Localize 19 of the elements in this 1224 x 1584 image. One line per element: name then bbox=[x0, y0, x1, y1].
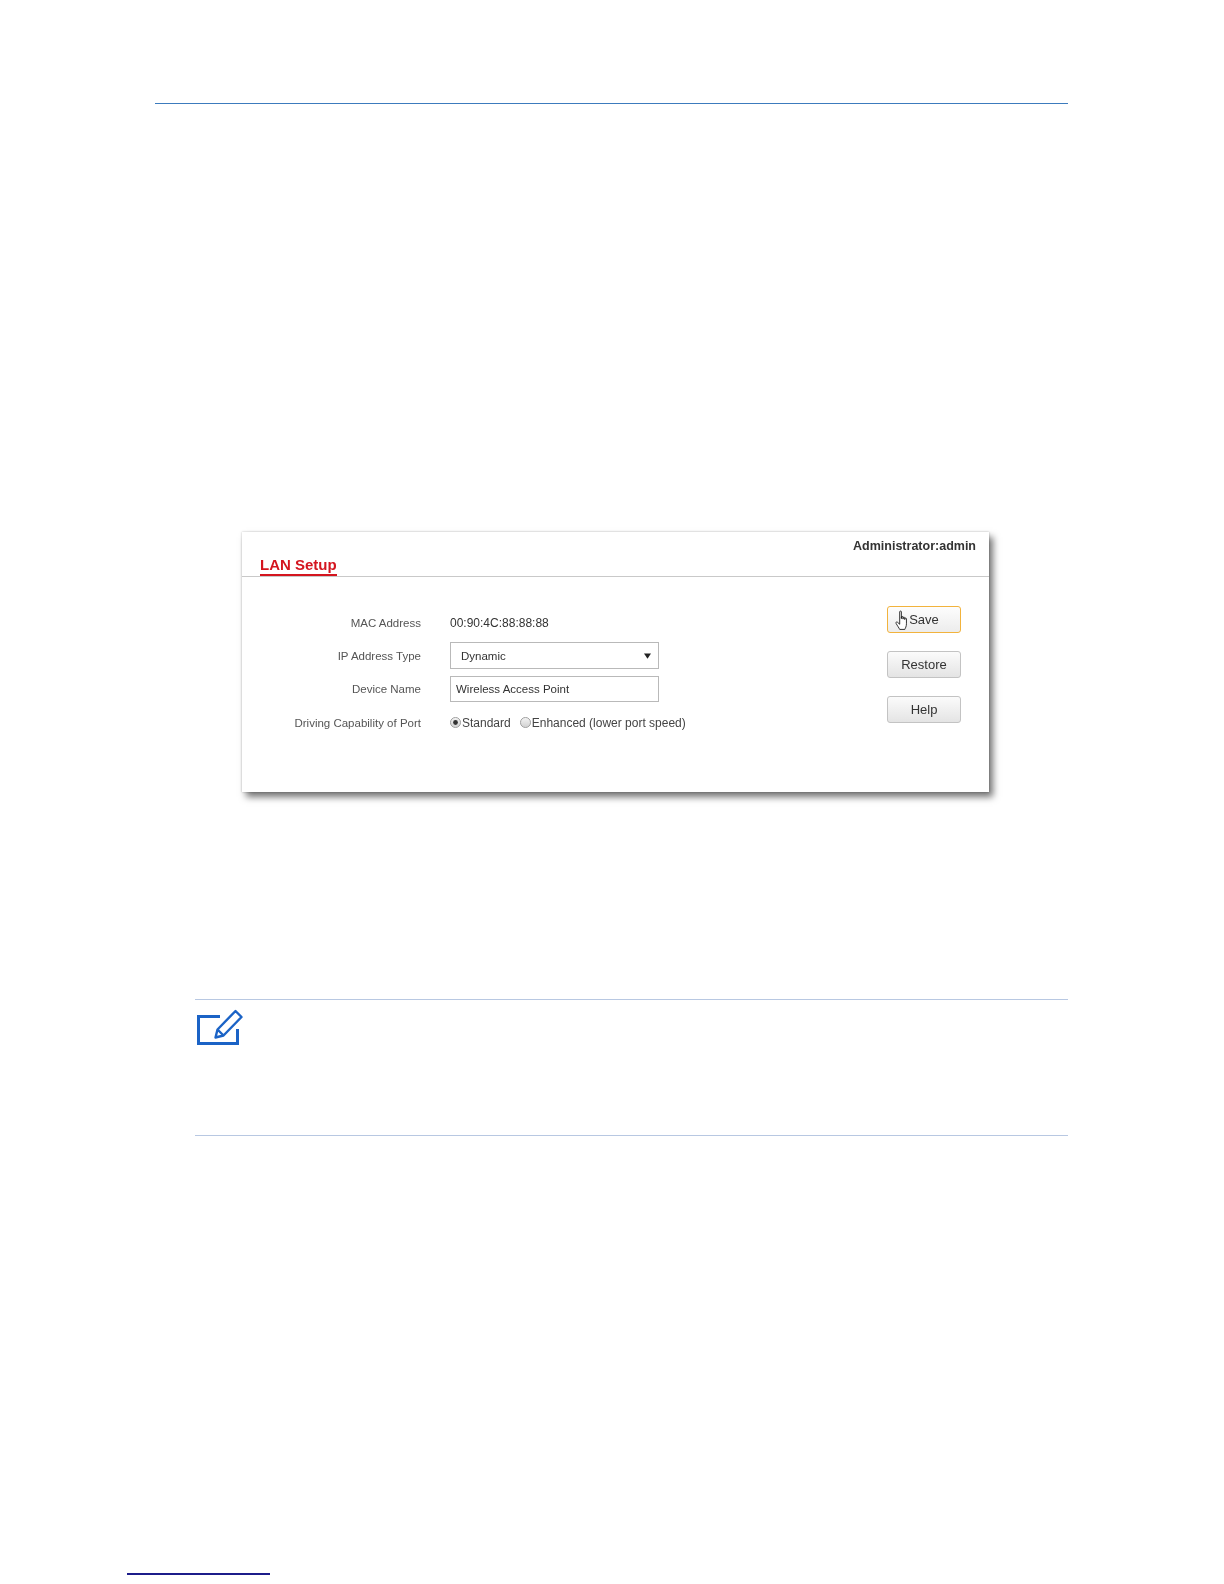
radio-button[interactable] bbox=[519, 717, 531, 728]
field-label: IP Address Type bbox=[337, 649, 421, 662]
radio-label: Standard bbox=[462, 715, 511, 730]
field-label: MAC Address bbox=[350, 616, 421, 629]
text-field[interactable]: Wireless Access Point bbox=[450, 675, 659, 702]
note-edit-icon bbox=[196, 1008, 244, 1045]
field-label: Driving Capability of Port bbox=[294, 716, 421, 729]
caret-icon bbox=[644, 652, 651, 659]
page-title: LAN Setup bbox=[260, 557, 337, 576]
radio-button[interactable] bbox=[450, 717, 461, 728]
field-value: 00:90:4C:88:88:88 bbox=[450, 615, 549, 630]
field-label: Device Name bbox=[351, 682, 421, 695]
select-field[interactable]: Dynamic bbox=[450, 642, 659, 669]
action-button[interactable]: Help bbox=[887, 696, 961, 723]
radio-label: Enhanced (lower port speed) bbox=[531, 715, 686, 730]
hand-cursor-icon bbox=[895, 610, 910, 631]
user-label: Administrator:admin bbox=[853, 538, 976, 554]
action-button[interactable]: Restore bbox=[887, 651, 961, 678]
action-button[interactable]: Save bbox=[887, 606, 961, 633]
